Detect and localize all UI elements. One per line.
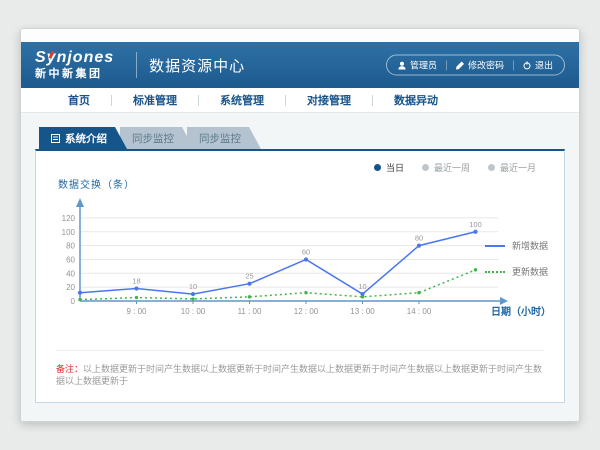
svg-text:12 : 00: 12 : 00 — [294, 307, 319, 316]
svg-text:11 : 00: 11 : 00 — [238, 307, 262, 316]
user-icon — [398, 61, 406, 69]
filter-label: 当日 — [386, 161, 404, 174]
legend-label: 更新数据 — [512, 265, 548, 278]
svg-text:13 : 00: 13 : 00 — [350, 307, 375, 316]
svg-text:0: 0 — [71, 297, 76, 306]
app-header: Synjones 新中新集团 数据资源中心 管理员 修改密码 退出 — [21, 42, 579, 88]
filter-label: 最近一月 — [500, 161, 536, 174]
tab-sync-monitor-2[interactable]: 同步监控 — [187, 127, 261, 149]
user-menu-button[interactable]: 管理员 — [398, 59, 437, 72]
legend-line-swatch — [485, 245, 505, 247]
y-axis-title: 数据交换（条） — [58, 176, 135, 191]
radio-dot-icon — [374, 164, 381, 171]
user-label: 管理员 — [410, 59, 437, 72]
change-password-label: 修改密码 — [468, 59, 504, 72]
nav-item-interface-mgmt[interactable]: 对接管理 — [286, 92, 372, 108]
filter-today[interactable]: 当日 — [374, 161, 404, 174]
logout-button[interactable]: 退出 — [523, 59, 553, 72]
main-nav: 首页 标准管理 系统管理 对接管理 数据异动 — [21, 88, 579, 113]
pill-divider — [513, 60, 514, 70]
chart-panel: 当日 最近一周 最近一月 数据交换（条） 0 20 40 60 80 100 120 9 : … — [35, 149, 565, 403]
svg-text:80: 80 — [66, 242, 75, 251]
nav-item-home[interactable]: 首页 — [47, 92, 111, 108]
svg-text:25: 25 — [245, 272, 253, 281]
legend-label: 新增数据 — [512, 239, 548, 252]
filter-label: 最近一周 — [434, 161, 470, 174]
logo-company-name: 新中新集团 — [35, 69, 114, 80]
svg-text:10: 10 — [189, 282, 197, 291]
logo-wordmark: Synjones — [35, 50, 114, 66]
company-logo: Synjones 新中新集团 — [35, 50, 114, 80]
legend-update-data[interactable]: 更新数据 — [485, 265, 548, 278]
pill-divider — [446, 60, 447, 70]
svg-text:9 : 00: 9 : 00 — [126, 307, 147, 316]
legend-new-data[interactable]: 新增数据 — [485, 239, 548, 252]
user-toolbar: 管理员 修改密码 退出 — [386, 55, 565, 76]
change-password-button[interactable]: 修改密码 — [456, 59, 504, 72]
nav-item-data-change[interactable]: 数据异动 — [373, 92, 459, 108]
content-area: 系统介绍 同步监控 同步监控 当日 最近一周 — [21, 113, 579, 421]
svg-text:80: 80 — [415, 234, 423, 243]
tab-bar: 系统介绍 同步监控 同步监控 — [39, 127, 565, 149]
svg-text:40: 40 — [66, 269, 75, 278]
app-window: Synjones 新中新集团 数据资源中心 管理员 修改密码 退出 首页 — [20, 28, 580, 422]
footnote-prefix: 备注： — [56, 364, 83, 374]
document-icon — [51, 134, 60, 143]
time-range-filters: 当日 最近一周 最近一月 — [374, 161, 536, 174]
radio-dot-icon — [422, 164, 429, 171]
legend-line-swatch — [485, 271, 505, 273]
tab-label: 同步监控 — [199, 131, 241, 146]
radio-dot-icon — [488, 164, 495, 171]
header-divider — [136, 52, 137, 78]
nav-item-standard-mgmt[interactable]: 标准管理 — [112, 92, 198, 108]
svg-text:14 : 00: 14 : 00 — [407, 307, 432, 316]
tab-label: 同步监控 — [132, 131, 174, 146]
footnote-text: 以上数据更新于时间产生数据以上数据更新于时间产生数据以上数据更新于时间产生数据以… — [56, 364, 542, 387]
logout-label: 退出 — [535, 59, 553, 72]
svg-text:120: 120 — [62, 214, 76, 223]
svg-text:10 : 00: 10 : 00 — [181, 307, 206, 316]
svg-text:日期（小时）: 日期（小时） — [491, 305, 551, 318]
svg-text:100: 100 — [62, 228, 76, 237]
power-icon — [523, 61, 531, 69]
svg-text:100: 100 — [469, 220, 482, 229]
svg-text:60: 60 — [66, 255, 75, 264]
filter-last-week[interactable]: 最近一周 — [422, 161, 470, 174]
tab-label: 系统介绍 — [65, 131, 107, 146]
chart-legend: 新增数据 更新数据 — [485, 239, 548, 278]
svg-text:60: 60 — [302, 247, 310, 256]
svg-text:18: 18 — [132, 277, 140, 286]
svg-text:10: 10 — [358, 282, 366, 291]
window-top-strip — [21, 29, 579, 42]
line-chart: 0 20 40 60 80 100 120 9 : 00 10 : 00 11 : 00 12 : … — [48, 195, 553, 327]
edit-icon — [456, 61, 464, 69]
nav-item-system-mgmt[interactable]: 系统管理 — [199, 92, 285, 108]
footnote: 备注：以上数据更新于时间产生数据以上数据更新于时间产生数据以上数据更新于时间产生… — [56, 350, 544, 388]
filter-last-month[interactable]: 最近一月 — [488, 161, 536, 174]
app-title: 数据资源中心 — [149, 55, 245, 76]
tab-sync-monitor-1[interactable]: 同步监控 — [120, 127, 194, 149]
tab-system-intro[interactable]: 系统介绍 — [39, 127, 127, 149]
svg-text:20: 20 — [66, 283, 75, 292]
